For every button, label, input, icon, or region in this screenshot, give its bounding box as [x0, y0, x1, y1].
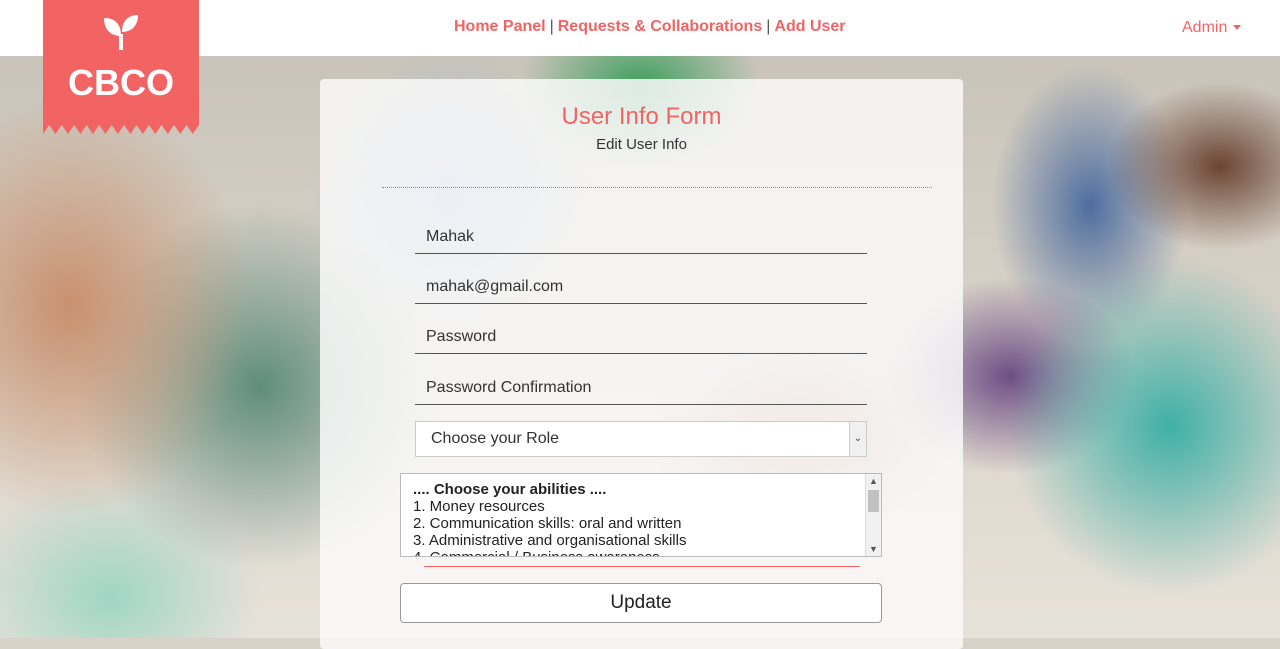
role-select-value: Choose your Role — [431, 430, 560, 447]
caret-down-icon — [1233, 25, 1242, 31]
password-confirmation-field[interactable] — [415, 371, 867, 405]
admin-menu-label: Admin — [1182, 19, 1228, 36]
form-subtitle: Edit User Info — [596, 136, 687, 153]
nav-add-user[interactable]: Add User — [774, 18, 845, 35]
scroll-down-icon[interactable]: ▼ — [866, 542, 881, 556]
abilities-scrollbar[interactable]: ▲ ▼ — [865, 474, 881, 556]
name-field[interactable] — [415, 220, 867, 254]
nav-home-panel[interactable]: Home Panel — [454, 18, 546, 35]
ability-option[interactable]: 1. Money resources — [413, 498, 881, 515]
update-button[interactable]: Update — [400, 583, 882, 623]
scroll-up-icon[interactable]: ▲ — [866, 474, 881, 488]
role-select[interactable]: Choose your Role ⌄ — [415, 421, 867, 457]
abilities-listbox[interactable]: .... Choose your abilities .... 1. Money… — [400, 473, 882, 557]
brand-name: CBCO — [68, 62, 174, 103]
abilities-header: .... Choose your abilities .... — [413, 481, 607, 498]
form-title: User Info Form — [561, 103, 722, 130]
form-panel — [320, 79, 963, 649]
scrollbar-thumb[interactable] — [868, 490, 879, 512]
password-field[interactable] — [415, 320, 867, 354]
nav-separator: | — [766, 18, 771, 35]
brand-logo[interactable]: CBCO — [43, 0, 199, 134]
nav-requests-collaborations[interactable]: Requests & Collaborations — [558, 18, 762, 35]
nav-separator: | — [549, 18, 554, 35]
ability-option[interactable]: 3. Administrative and organisational ski… — [413, 532, 881, 549]
sprout-icon — [104, 15, 138, 50]
abilities-divider — [424, 566, 860, 567]
email-field[interactable] — [415, 270, 867, 304]
chevron-down-icon[interactable]: ⌄ — [849, 422, 866, 456]
ability-option[interactable]: 4. Commercial / Business awareness — [413, 549, 881, 556]
admin-menu[interactable]: Admin — [1182, 19, 1242, 37]
ability-option[interactable]: 2. Communication skills: oral and writte… — [413, 515, 881, 532]
form-divider — [382, 187, 932, 188]
main-nav: Home Panel | Requests & Collaborations | Add… — [454, 18, 846, 36]
